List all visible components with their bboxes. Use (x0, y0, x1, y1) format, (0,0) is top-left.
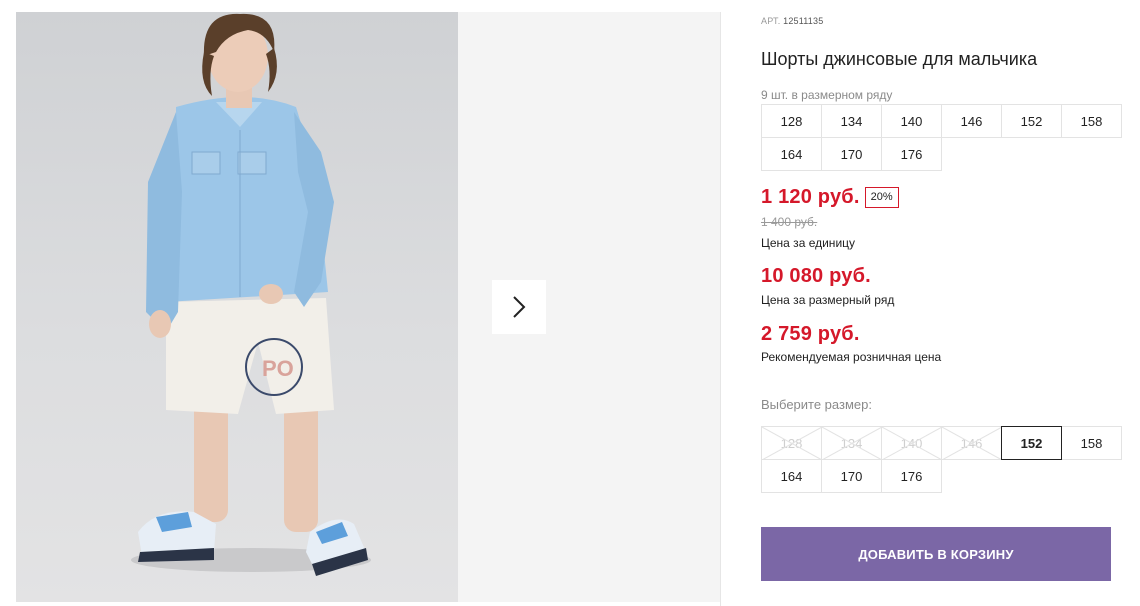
product-photo[interactable]: PO (16, 12, 458, 602)
unit-price-row: 1 120 руб. 20% (761, 186, 899, 209)
unit-price: 1 120 руб. (761, 186, 860, 208)
cross-out-icon (882, 427, 942, 460)
size-range-grid: 128 134 140 146 152 158 164 170 176 (761, 104, 1122, 171)
range-size-cell: 152 (1001, 104, 1062, 138)
article-number: 12511135 (783, 16, 824, 26)
range-size-cell: 140 (881, 104, 942, 138)
size-selector: 128 134 140 146 152 158 164 170 176 (761, 426, 1122, 493)
size-option-unavailable: 128 (761, 426, 822, 460)
model-photo-illustration: PO (131, 13, 371, 576)
range-size-cell: 164 (761, 137, 822, 171)
discount-badge: 20% (864, 187, 899, 208)
old-price: 1 400 руб. (761, 215, 818, 229)
range-size-cell: 134 (821, 104, 882, 138)
cross-out-icon (942, 427, 1002, 460)
cross-out-icon (762, 427, 822, 460)
size-option[interactable]: 158 (1061, 426, 1122, 460)
svg-text:PO: PO (262, 356, 294, 381)
range-price-label: Цена за размерный ряд (761, 293, 895, 307)
add-to-cart-button[interactable]: ДОБАВИТЬ В КОРЗИНУ (761, 527, 1111, 581)
size-option[interactable]: 170 (821, 459, 882, 493)
retail-price: 2 759 руб. (761, 323, 860, 345)
size-option-unavailable: 140 (881, 426, 942, 460)
retail-price-label: Рекомендуемая розничная цена (761, 350, 942, 364)
gallery-next-button[interactable] (492, 280, 546, 334)
size-option-selected[interactable]: 152 (1001, 426, 1062, 460)
range-size-cell: 158 (1061, 104, 1122, 138)
product-gallery: PO (16, 12, 720, 602)
range-price: 10 080 руб. (761, 265, 871, 287)
size-option-unavailable: 146 (941, 426, 1002, 460)
size-option-unavailable: 134 (821, 426, 882, 460)
range-size-cell: 170 (821, 137, 882, 171)
range-caption: 9 шт. в размерном ряду (761, 88, 893, 102)
choose-size-caption: Выберите размер: (761, 397, 872, 412)
cross-out-icon (822, 427, 882, 460)
size-option[interactable]: 164 (761, 459, 822, 493)
article-label: АРТ. (761, 16, 781, 26)
range-size-cell: 146 (941, 104, 1002, 138)
product-title: Шорты джинсовые для мальчика (761, 49, 1038, 69)
size-option[interactable]: 176 (881, 459, 942, 493)
range-size-cell: 176 (881, 137, 942, 171)
article-code: АРТ. 12511135 (761, 16, 823, 26)
chevron-right-icon (513, 296, 526, 318)
range-size-cell: 128 (761, 104, 822, 138)
column-divider (720, 12, 721, 606)
unit-price-label: Цена за единицу (761, 236, 856, 250)
